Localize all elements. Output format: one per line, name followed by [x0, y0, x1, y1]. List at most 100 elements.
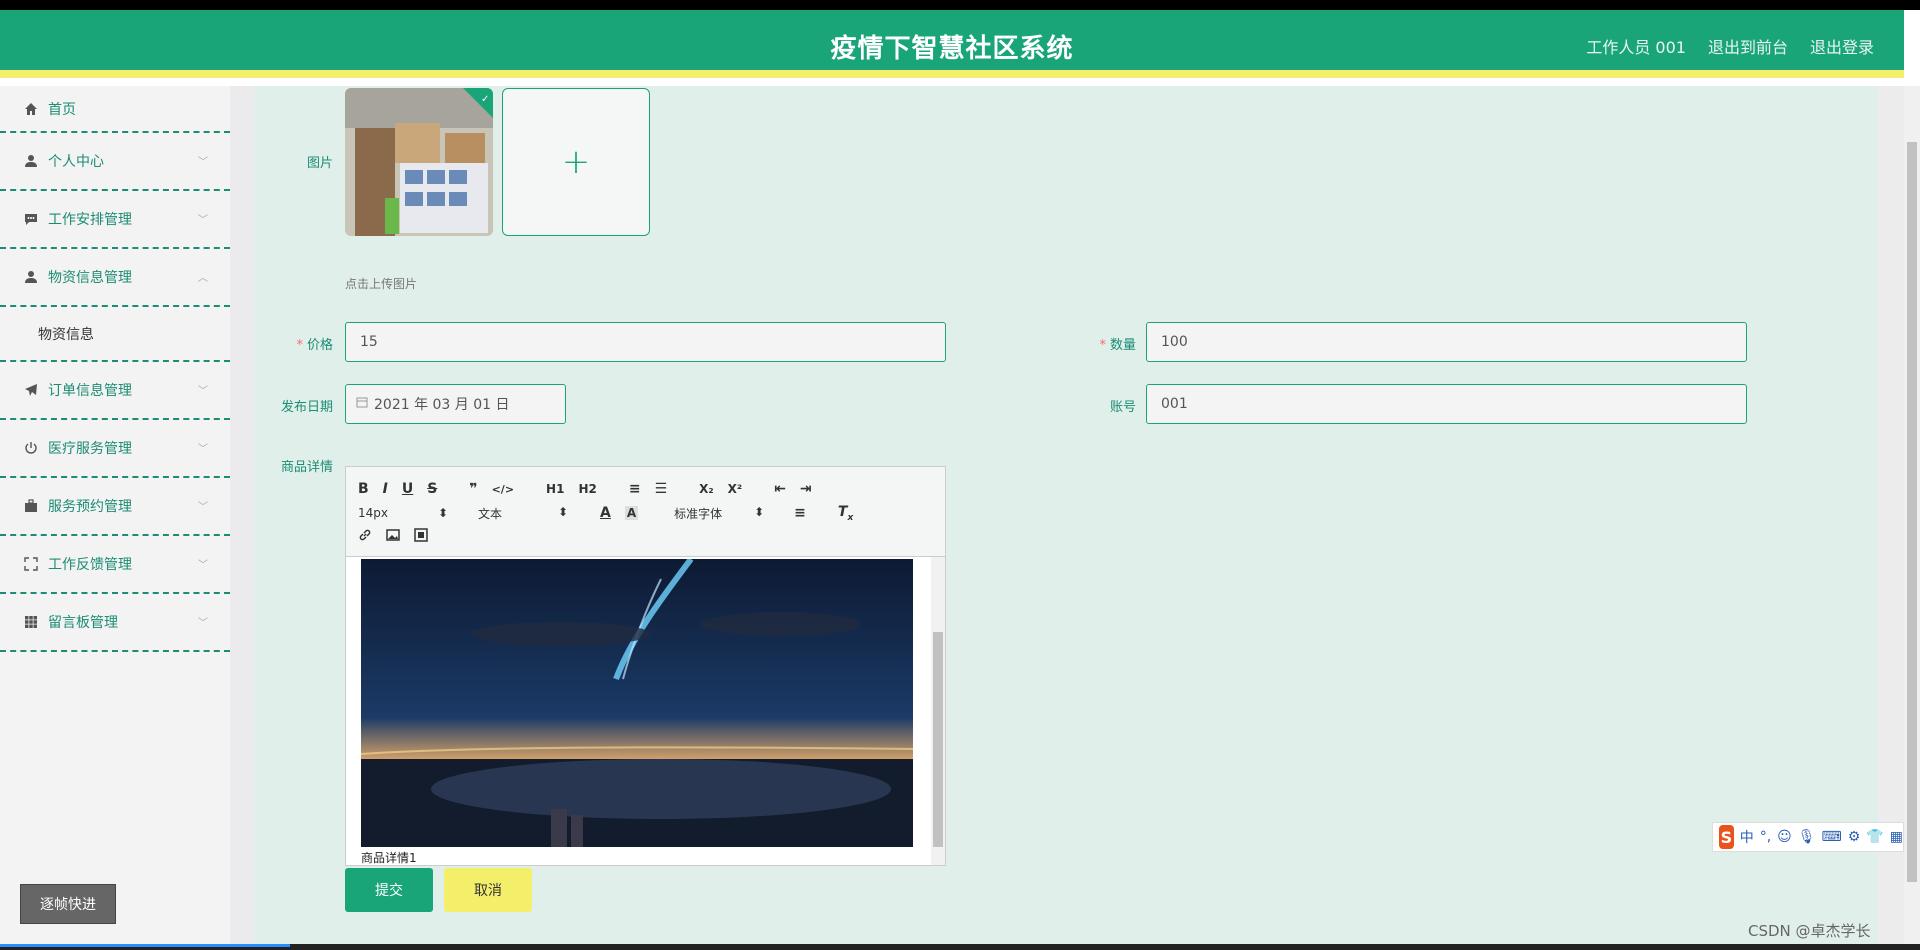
italic-button[interactable]: I [383, 481, 388, 497]
csdn-watermark: CSDN @卓杰学长 [1748, 922, 1871, 940]
chevron-down-icon: ﹀ [198, 618, 208, 629]
user-icon [24, 154, 38, 168]
sidebar-item-feedback[interactable]: 工作反馈管理 ﹀ [0, 536, 230, 594]
briefcase-icon [24, 499, 38, 513]
page-scrollbar[interactable] [1904, 86, 1920, 950]
sidebar-item-label: 订单信息管理 [48, 383, 132, 399]
superscript-button[interactable]: X² [728, 482, 743, 496]
right-gutter [1878, 86, 1904, 950]
toolbar-row-2: 14px ⬍ 文本 ⬍ A A 标准字体 ⬍ ≡ Tx [358, 501, 933, 525]
account-input[interactable]: 001 [1146, 384, 1747, 424]
font-size-value: 14px [358, 506, 388, 520]
sidebar-item-medical[interactable]: 医疗服务管理 ﹀ [0, 420, 230, 478]
sidebar-item-label: 服务预约管理 [48, 499, 132, 515]
cancel-button[interactable]: 取消 [444, 868, 532, 912]
quantity-label: * 数量 [1070, 334, 1136, 353]
sidebar: 首页 个人中心 ﹀ 工作安排管理 ﹀ 物资信息管理 ︿ 物资信息 订单信息管理 … [0, 86, 230, 950]
sidebar-item-label: 医疗服务管理 [48, 441, 132, 457]
code-block-button[interactable]: </> [492, 483, 514, 496]
current-user-label[interactable]: 工作人员 001 [1586, 34, 1686, 58]
upload-hint: 点击上传图片 [345, 277, 418, 291]
sidebar-item-label: 留言板管理 [48, 615, 118, 631]
ime-language-toggle[interactable]: 中 [1740, 827, 1754, 847]
chevron-down-icon: ﹀ [198, 444, 208, 455]
sidebar-subitem-label: 物资信息 [38, 326, 94, 343]
chevron-up-icon: ︿ [198, 273, 208, 284]
rich-text-editor[interactable]: B I U S ❞ </> H1 H2 ≡ ☰ X₂ X² ⇤ ⇥ 14px ⬍ … [345, 466, 946, 866]
chevron-down-icon: ﹀ [198, 502, 208, 513]
screen-top-edge [0, 0, 1920, 10]
sidebar-subitem-supplies-info[interactable]: 物资信息 [0, 307, 230, 362]
ime-punctuation-toggle[interactable]: °, [1760, 829, 1771, 845]
editor-embedded-image[interactable] [361, 559, 913, 847]
header-overlay: 疫情下智慧社区系统 工作人员 001 退出到前台 退出登录 [0, 10, 1904, 78]
toolbox-icon[interactable]: ⚙ [1848, 829, 1861, 845]
publish-date-label: 发布日期 [280, 400, 333, 415]
uploaded-image-thumbnail[interactable]: ✓ [345, 88, 493, 236]
header-select-value: 文本 [478, 506, 503, 521]
sidebar-item-message-board[interactable]: 留言板管理 ﹀ [0, 594, 230, 652]
select-arrow-icon: ⬍ [437, 506, 448, 520]
price-label: * 价格 [270, 334, 333, 353]
video-icon[interactable] [414, 528, 428, 546]
page-scrollbar-thumb[interactable] [1907, 142, 1917, 882]
outdent-button[interactable]: ⇤ [774, 481, 786, 497]
logout-link[interactable]: 退出登录 [1810, 34, 1874, 58]
font-family-value: 标准字体 [674, 506, 723, 521]
grid-menu-icon[interactable]: ▦ [1890, 829, 1903, 845]
font-size-select[interactable]: 14px ⬍ [358, 506, 448, 520]
skin-icon[interactable]: 👕 [1866, 829, 1883, 845]
sidebar-item-booking[interactable]: 服务预约管理 ﹀ [0, 478, 230, 536]
underline-button[interactable]: U [402, 481, 413, 497]
clear-format-icon[interactable]: Tx [838, 504, 853, 523]
keyboard-icon[interactable]: ⌨ [1822, 829, 1842, 845]
quantity-input[interactable]: 100 [1146, 322, 1747, 362]
product-detail-label: 商品详情 [280, 460, 333, 475]
header-select[interactable]: 文本 ⬍ [478, 505, 568, 522]
microphone-icon[interactable]: 🎙 [1798, 829, 1816, 845]
sidebar-gutter [230, 86, 254, 950]
submit-button[interactable]: 提交 [345, 868, 433, 912]
sidebar-item-label: 工作安排管理 [48, 212, 132, 228]
sidebar-item-work-schedule[interactable]: 工作安排管理 ﹀ [0, 191, 230, 249]
exit-to-front-link[interactable]: 退出到前台 [1708, 34, 1788, 58]
upload-add-button[interactable]: + [502, 88, 650, 236]
calendar-icon [356, 396, 368, 412]
image-icon[interactable] [386, 528, 400, 546]
required-mark: * [296, 338, 303, 353]
background-color-icon[interactable]: A [624, 506, 639, 520]
sidebar-item-personal-center[interactable]: 个人中心 ﹀ [0, 133, 230, 191]
frame-step-button[interactable]: 逐帧快进 [20, 884, 116, 924]
bold-button[interactable]: B [358, 481, 369, 497]
sidebar-item-supplies[interactable]: 物资信息管理 ︿ [0, 249, 230, 307]
link-icon[interactable] [358, 528, 372, 546]
emoji-icon[interactable]: ☺ [1777, 829, 1792, 845]
strikethrough-button[interactable]: S [427, 481, 437, 497]
align-icon[interactable]: ≡ [794, 505, 806, 521]
select-arrow-icon: ⬍ [754, 504, 765, 519]
publish-date-picker[interactable]: 2021 年 03 月 01 日 [345, 384, 566, 424]
font-family-select[interactable]: 标准字体 ⬍ [674, 505, 764, 522]
sidebar-item-label: 物资信息管理 [48, 270, 132, 286]
ime-toolbar[interactable]: S 中 °, ☺ 🎙 ⌨ ⚙ 👕 ▦ [1712, 822, 1904, 852]
quantity-label-text: 数量 [1109, 338, 1136, 353]
account-label: 账号 [1109, 400, 1136, 415]
editor-scrollbar-thumb[interactable] [933, 632, 943, 847]
ime-logo-icon[interactable]: S [1719, 825, 1734, 849]
indent-button[interactable]: ⇥ [800, 481, 812, 497]
font-color-icon[interactable]: A [600, 505, 611, 521]
header1-button[interactable]: H1 [546, 482, 564, 496]
price-input[interactable]: 15 [345, 322, 946, 362]
editor-scrollbar[interactable] [931, 557, 945, 865]
blockquote-button[interactable]: ❞ [469, 481, 477, 497]
sidebar-item-orders[interactable]: 订单信息管理 ﹀ [0, 362, 230, 420]
chevron-down-icon: ﹀ [198, 386, 208, 397]
ordered-list-button[interactable]: ≡ [629, 481, 641, 497]
subscript-button[interactable]: X₂ [699, 482, 714, 496]
editor-content-area[interactable]: 商品详情1 [346, 557, 945, 865]
header2-button[interactable]: H2 [578, 482, 596, 496]
bullet-list-button[interactable]: ☰ [655, 481, 668, 497]
video-progress-track[interactable] [0, 944, 1920, 950]
sidebar-item-home[interactable]: 首页 [0, 86, 230, 133]
power-icon [24, 441, 38, 455]
